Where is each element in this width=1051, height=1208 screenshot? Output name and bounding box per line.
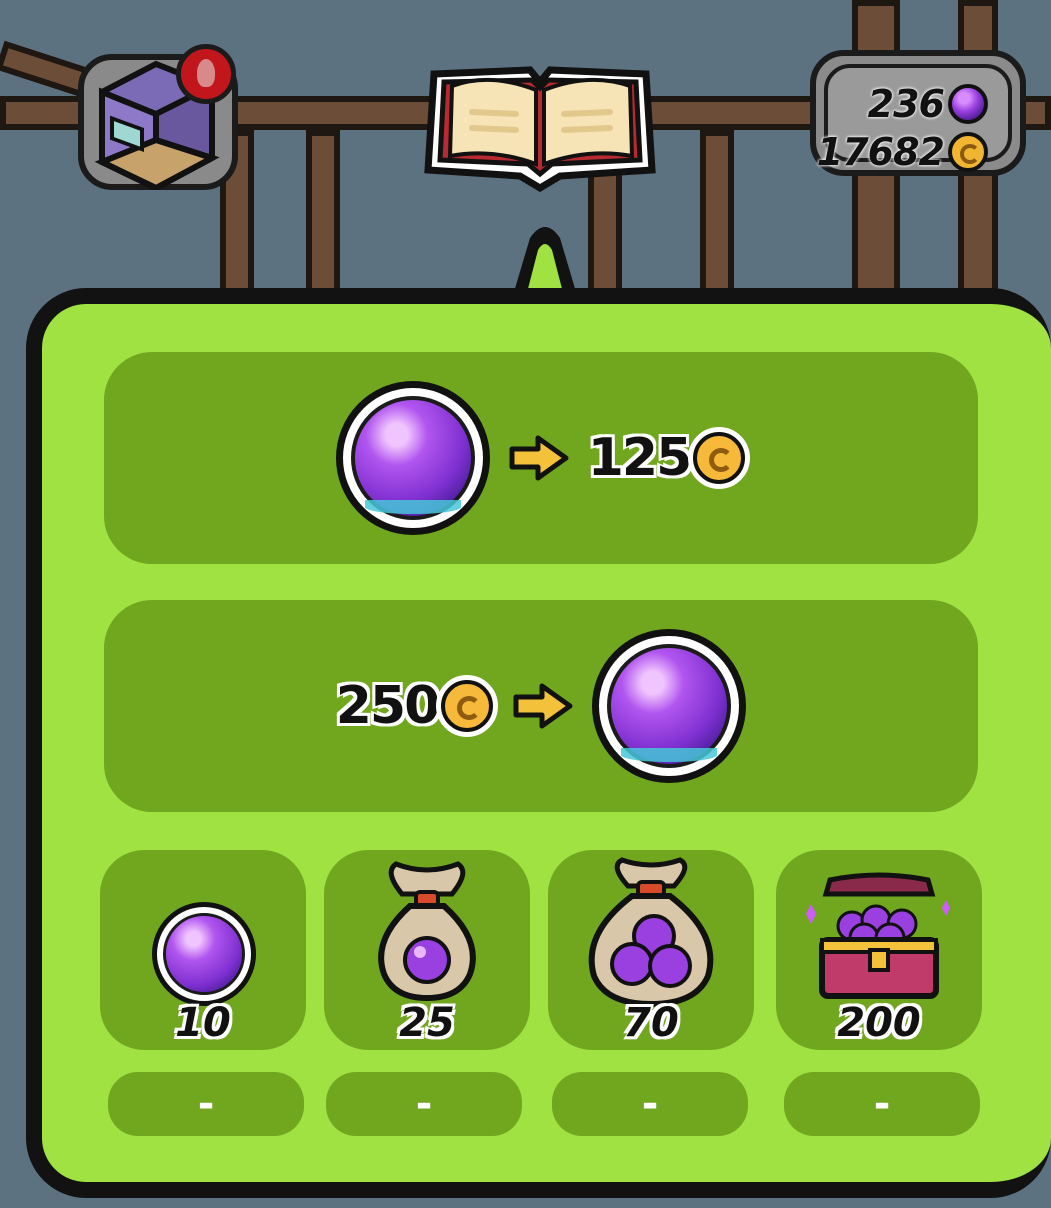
background-post: [306, 130, 340, 310]
coin-icon: [688, 427, 751, 489]
pack-amount: 70: [623, 1000, 679, 1046]
gem-balance-value: 236: [867, 82, 945, 126]
arrow-right-icon: [513, 683, 573, 729]
coins-cost-amount: 250: [335, 676, 441, 736]
gem-pack-200[interactable]: 200: [776, 850, 982, 1050]
open-book-icon: [424, 66, 656, 193]
pack-amount: 200: [837, 1000, 921, 1046]
pack-amount: 25: [399, 1000, 455, 1046]
coins-received-amount: 125: [587, 428, 693, 488]
arrow-right-icon: [509, 435, 569, 481]
gem-pack-25[interactable]: 25: [324, 850, 530, 1050]
book-button[interactable]: [420, 52, 660, 193]
gem-icon: [592, 629, 747, 783]
gem-icon: [948, 84, 988, 124]
single-gem-icon: [152, 902, 256, 1006]
buy-pack-200-button[interactable]: -: [784, 1072, 980, 1136]
gem-pack-10[interactable]: 10: [100, 850, 306, 1050]
gem-icon: [335, 381, 490, 535]
gem-balance: 236: [868, 82, 988, 126]
gem-pouch-icon: [378, 861, 476, 1002]
buy-pack-70-button[interactable]: -: [552, 1072, 748, 1136]
gem-chest-icon: [806, 872, 950, 999]
gem-sack-icon: [588, 857, 714, 1008]
pack-amount: 10: [175, 1000, 231, 1046]
currency-display-inner: 236 17682: [817, 64, 1012, 174]
gem-pack-70[interactable]: 70: [548, 850, 754, 1050]
background-post: [700, 130, 734, 310]
coin-icon: [948, 132, 988, 172]
exchange-coins-to-gem[interactable]: 250: [104, 600, 978, 812]
buy-pack-25-button[interactable]: -: [326, 1072, 522, 1136]
exchange-gem-to-coins[interactable]: 125: [104, 352, 978, 564]
coin-balance: 17682: [817, 130, 988, 174]
buy-pack-10-button[interactable]: -: [108, 1072, 304, 1136]
room-button[interactable]: [78, 40, 238, 190]
coin-icon: [436, 675, 499, 737]
coin-balance-value: 17682: [816, 130, 945, 174]
currency-display: 236 17682: [810, 50, 1026, 176]
fish-alert-icon: [176, 44, 236, 104]
